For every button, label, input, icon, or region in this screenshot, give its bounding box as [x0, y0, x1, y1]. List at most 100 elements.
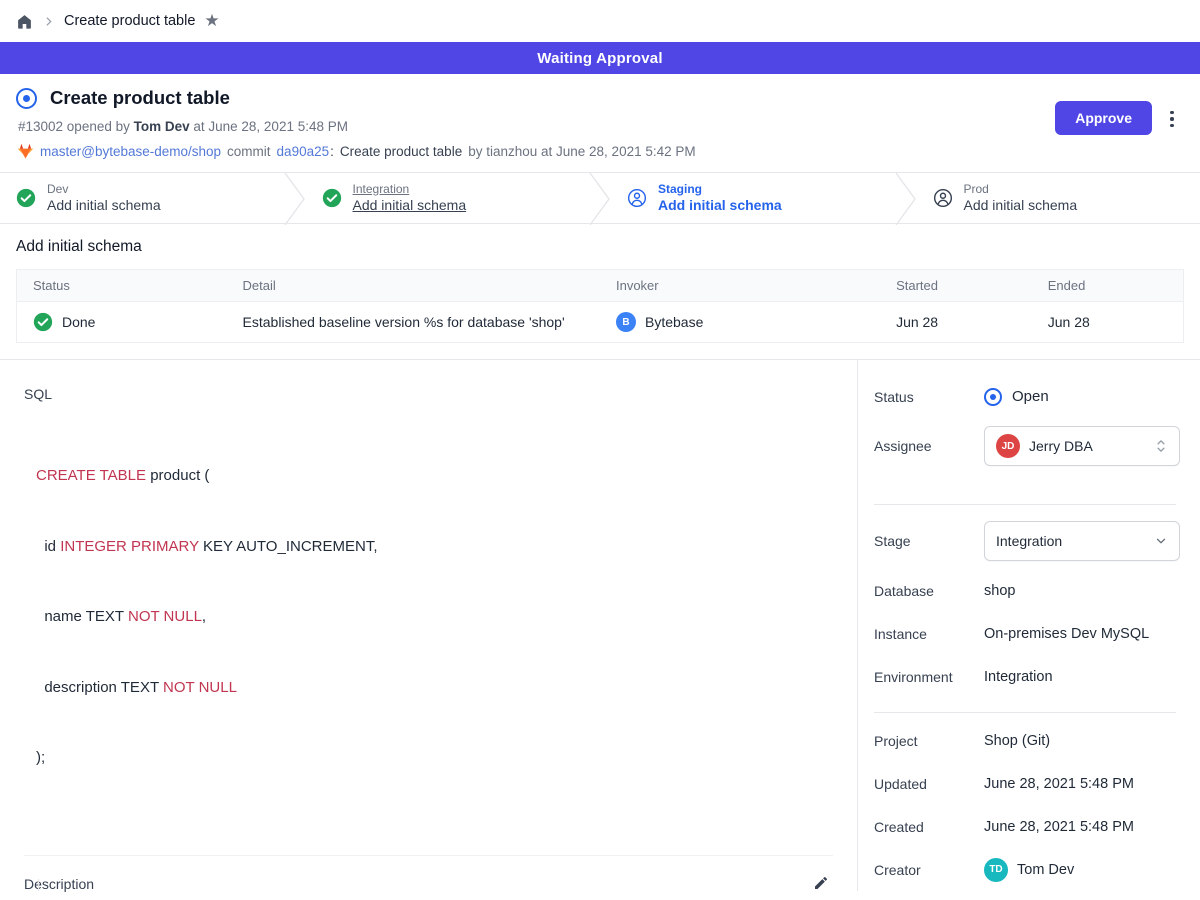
- stage-done-check-icon: [16, 188, 36, 208]
- task-detail: Established baseline version %s for data…: [227, 302, 600, 343]
- instance-row: Instance On-premises Dev MySQL: [858, 612, 1200, 655]
- issue-meta: #13002 opened by Tom Dev at June 28, 202…: [18, 119, 1184, 134]
- task-ended: Jun 28: [1032, 302, 1184, 343]
- stage-dev[interactable]: DevAdd initial schema: [0, 173, 284, 223]
- creator-avatar: TD: [984, 858, 1008, 882]
- commit-line: master@bytebase-demo/shop commit da90a25…: [17, 143, 1184, 159]
- stage-staging[interactable]: StagingAdd initial schema: [611, 173, 895, 223]
- timeline-connector: [38, 879, 39, 891]
- assignee-avatar: JD: [996, 434, 1020, 458]
- creator-label: Creator: [874, 862, 984, 878]
- assignee-label: Assignee: [874, 438, 984, 454]
- col-status: Status: [17, 270, 227, 302]
- stage-separator: [589, 173, 611, 225]
- approve-button[interactable]: Approve: [1055, 101, 1152, 135]
- task-started: Jun 28: [880, 302, 1032, 343]
- col-started: Started: [880, 270, 1032, 302]
- task-invoker: Bytebase: [645, 314, 703, 330]
- stage-person-icon: [933, 188, 953, 208]
- creator-value: Tom Dev: [1017, 862, 1074, 878]
- approval-banner-text: Waiting Approval: [537, 50, 662, 67]
- stage-env-label: Staging: [658, 182, 782, 197]
- issue-open-icon: [16, 88, 37, 109]
- status-label: Status: [874, 389, 984, 405]
- stage-done-check-icon: [322, 188, 342, 208]
- stage-env-label: Integration: [353, 182, 467, 197]
- issue-sidebar: Status Open Assignee JD Jerry DBA Stage …: [858, 360, 1200, 891]
- description-label: Description: [24, 876, 94, 892]
- divider: [874, 504, 1176, 505]
- stage-env-label: Prod: [964, 182, 1078, 197]
- issue-author: Tom Dev: [134, 119, 190, 134]
- stage-integration[interactable]: IntegrationAdd initial schema: [306, 173, 590, 223]
- issue-header: Create product table #13002 opened by To…: [0, 74, 1200, 172]
- col-detail: Detail: [227, 270, 600, 302]
- approval-banner: Waiting Approval: [0, 42, 1200, 74]
- stage-prod[interactable]: ProdAdd initial schema: [917, 173, 1200, 223]
- stage-select[interactable]: Integration: [984, 521, 1180, 561]
- chevron-right-icon: [42, 15, 55, 28]
- commit-message: Create product table: [340, 144, 462, 159]
- sql-label: SQL: [24, 386, 857, 402]
- created-row: Created June 28, 2021 5:48 PM: [858, 805, 1200, 848]
- environment-row: Environment Integration: [858, 655, 1200, 698]
- stage-env-label: Dev: [47, 182, 161, 197]
- commit-byline: by tianzhou at June 28, 2021 5:42 PM: [468, 144, 695, 159]
- creator-row: Creator TD Tom Dev: [858, 848, 1200, 891]
- environment-label: Environment: [874, 669, 984, 685]
- more-actions-kebab-icon[interactable]: [1164, 106, 1180, 132]
- instance-value[interactable]: On-premises Dev MySQL: [984, 626, 1149, 642]
- assignee-select[interactable]: JD Jerry DBA: [984, 426, 1180, 466]
- created-value: June 28, 2021 5:48 PM: [984, 819, 1134, 835]
- stage-task-label: Add initial schema: [658, 197, 782, 215]
- done-check-icon: [33, 312, 53, 332]
- stage-row: Stage Integration: [858, 513, 1200, 569]
- status-open-icon: [984, 388, 1002, 406]
- home-icon[interactable]: [16, 13, 33, 30]
- updated-label: Updated: [874, 776, 984, 792]
- pencil-icon: [813, 875, 829, 891]
- stage-task-label: Add initial schema: [47, 197, 161, 215]
- database-value[interactable]: shop: [984, 583, 1015, 599]
- database-label: Database: [874, 583, 984, 599]
- task-heading: Add initial schema: [16, 238, 1184, 256]
- selector-up-down-icon: [1154, 438, 1168, 454]
- commit-hash-link[interactable]: da90a25: [277, 144, 330, 159]
- main-column: SQL CREATE TABLE product ( id INTEGER PR…: [0, 360, 858, 891]
- project-label: Project: [874, 733, 984, 749]
- sql-code-block: CREATE TABLE product ( id INTEGER PRIMAR…: [36, 417, 857, 817]
- breadcrumb: Create product table ★: [0, 0, 1200, 42]
- stage-pipeline: DevAdd initial schema IntegrationAdd ini…: [0, 172, 1200, 224]
- database-row: Database shop: [858, 569, 1200, 612]
- assignee-row: Assignee JD Jerry DBA: [858, 418, 1200, 474]
- stage-value: Integration: [996, 533, 1145, 549]
- updated-row: Updated June 28, 2021 5:48 PM: [858, 762, 1200, 805]
- stage-separator: [284, 173, 306, 225]
- branch-repo-link[interactable]: master@bytebase-demo/shop: [40, 144, 221, 159]
- gitlab-icon: [17, 143, 34, 159]
- edit-description-button[interactable]: [811, 873, 831, 896]
- instance-label: Instance: [874, 626, 984, 642]
- chevron-down-icon: [1154, 534, 1168, 548]
- project-value[interactable]: Shop (Git): [984, 733, 1050, 749]
- environment-value: Integration: [984, 669, 1053, 685]
- col-invoker: Invoker: [600, 270, 880, 302]
- col-ended: Ended: [1032, 270, 1184, 302]
- favorite-star-icon[interactable]: ★: [204, 12, 219, 29]
- stage-separator: [895, 173, 917, 225]
- divider: [874, 712, 1176, 713]
- created-label: Created: [874, 819, 984, 835]
- breadcrumb-current[interactable]: Create product table: [64, 13, 195, 29]
- status-row: Status Open: [858, 375, 1200, 418]
- assignee-value: Jerry DBA: [1029, 438, 1145, 454]
- invoker-avatar: B: [616, 312, 636, 332]
- stage-task-label: Add initial schema: [353, 197, 467, 215]
- task-status: Done: [62, 314, 95, 330]
- task-table: Status Detail Invoker Started Ended Done…: [16, 269, 1184, 343]
- issue-title: Create product table: [50, 87, 230, 109]
- task-section: Add initial schema Status Detail Invoker…: [0, 224, 1200, 359]
- project-row: Project Shop (Git): [858, 719, 1200, 762]
- status-value: Open: [1012, 388, 1049, 405]
- divider: [24, 855, 833, 856]
- updated-value: June 28, 2021 5:48 PM: [984, 776, 1134, 792]
